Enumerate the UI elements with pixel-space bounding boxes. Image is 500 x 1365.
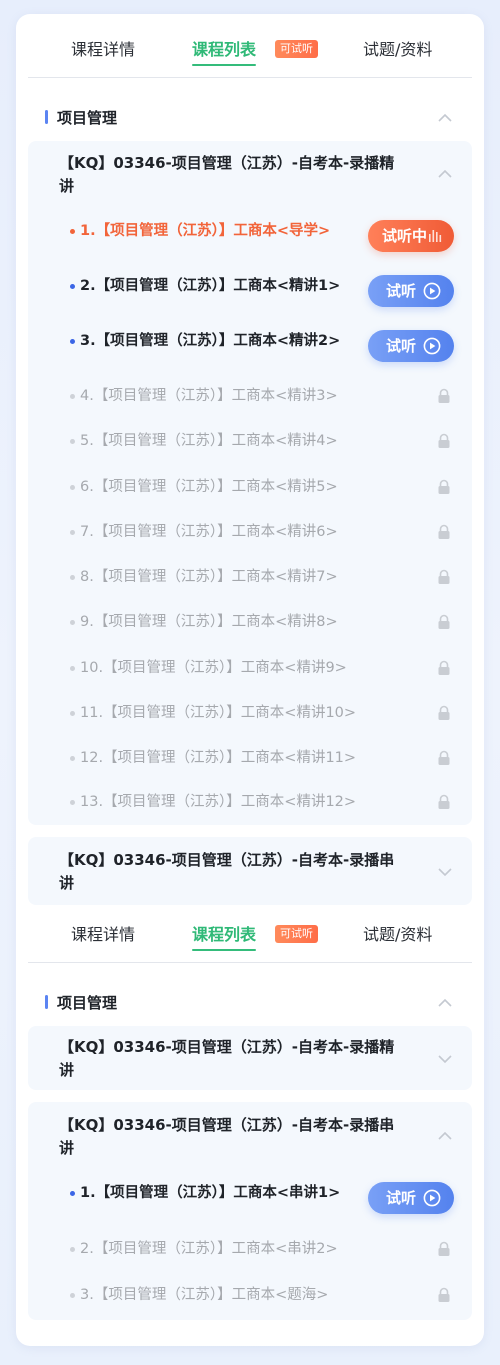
lesson-item[interactable]: 6.【项目管理（江苏）】工商本<精讲5> xyxy=(80,474,338,500)
sound-wave-icon xyxy=(429,230,442,242)
lesson-item[interactable]: 12.【项目管理（江苏）】工商本<精讲11> xyxy=(80,745,356,771)
lesson-dot xyxy=(70,800,75,805)
lesson-item[interactable]: 7.【项目管理（江苏）】工商本<精讲6> xyxy=(80,519,338,545)
trial-playing-button[interactable]: 试听中 xyxy=(368,220,454,252)
play-icon xyxy=(423,282,441,300)
section-marker xyxy=(45,110,48,124)
tab-materials[interactable]: 试题/资料 xyxy=(363,921,432,945)
lock-icon xyxy=(438,479,450,494)
trial-badge: 可试听 xyxy=(275,925,318,943)
lesson-item[interactable]: 11.【项目管理（江苏）】工商本<精讲10> xyxy=(80,700,356,726)
lock-icon xyxy=(438,1241,450,1256)
lesson-dot xyxy=(70,575,75,580)
tab-course-list[interactable]: 课程列表 xyxy=(192,921,257,951)
lesson-item[interactable]: 10.【项目管理（江苏）】工商本<精讲9> xyxy=(80,655,347,681)
chevron-up-icon[interactable] xyxy=(437,110,453,126)
lesson-dot xyxy=(70,485,75,490)
tab-bar: 课程详情 课程列表 可试听 试题/资料 xyxy=(28,14,472,78)
play-icon xyxy=(423,1189,441,1207)
lock-icon xyxy=(438,524,450,539)
lesson-dot xyxy=(70,711,75,716)
course-title[interactable]: 【KQ】03346-项目管理（江苏）-自考本-录播精讲 xyxy=(59,152,399,198)
chevron-down-icon[interactable] xyxy=(437,1051,453,1067)
tab-course-detail[interactable]: 课程详情 xyxy=(71,921,135,945)
lock-icon xyxy=(438,614,450,629)
section-title: 项目管理 xyxy=(57,109,118,127)
lesson-item[interactable]: 2.【项目管理（江苏）】工商本<串讲2> xyxy=(80,1236,338,1262)
course-title[interactable]: 【KQ】03346-项目管理（江苏）-自考本-录播精讲 xyxy=(59,1036,399,1082)
lesson-dot xyxy=(70,1247,75,1252)
trial-button-label: 试听 xyxy=(386,1189,417,1207)
lock-icon xyxy=(438,705,450,720)
tab-bar: 课程详情 课程列表 可试听 试题/资料 xyxy=(28,899,472,963)
lesson-dot xyxy=(70,339,75,344)
course-title[interactable]: 【KQ】03346-项目管理（江苏）-自考本-录播串讲 xyxy=(59,849,399,895)
lesson-item[interactable]: 8.【项目管理（江苏）】工商本<精讲7> xyxy=(80,564,338,590)
lesson-dot xyxy=(70,620,75,625)
lesson-dot xyxy=(70,284,75,289)
lesson-dot xyxy=(70,1293,75,1298)
lesson-dot xyxy=(70,666,75,671)
course-card: 课程详情 课程列表 可试听 试题/资料 项目管理 【KQ】03346-项目管理（… xyxy=(16,14,484,1346)
lesson-item[interactable]: 3.【项目管理（江苏）】工商本<题海> xyxy=(80,1282,328,1308)
tab-materials[interactable]: 试题/资料 xyxy=(363,36,432,60)
lock-icon xyxy=(438,794,450,809)
chevron-down-icon[interactable] xyxy=(437,864,453,880)
lock-icon xyxy=(438,433,450,448)
lesson-dot xyxy=(70,229,75,234)
lock-icon xyxy=(438,660,450,675)
chevron-up-icon[interactable] xyxy=(437,166,453,182)
tab-course-detail[interactable]: 课程详情 xyxy=(71,36,135,60)
chevron-up-icon[interactable] xyxy=(437,1128,453,1144)
tab-course-list-label: 课程列表 xyxy=(192,925,257,944)
tab-course-list[interactable]: 课程列表 xyxy=(192,36,257,66)
lock-icon xyxy=(438,388,450,403)
chevron-up-icon[interactable] xyxy=(437,995,453,1011)
lesson-item[interactable]: 13.【项目管理（江苏）】工商本<精讲12> xyxy=(80,789,356,815)
tab-course-list-label: 课程列表 xyxy=(192,40,257,59)
lesson-item[interactable]: 4.【项目管理（江苏）】工商本<精讲3> xyxy=(80,383,338,409)
lesson-dot xyxy=(70,756,75,761)
course-title[interactable]: 【KQ】03346-项目管理（江苏）-自考本-录播串讲 xyxy=(59,1114,399,1160)
lesson-item[interactable]: 3.【项目管理（江苏）】工商本<精讲2> xyxy=(80,328,340,354)
lesson-item[interactable]: 9.【项目管理（江苏）】工商本<精讲8> xyxy=(80,609,338,635)
lock-icon xyxy=(438,569,450,584)
lesson-item[interactable]: 5.【项目管理（江苏）】工商本<精讲4> xyxy=(80,428,338,454)
trial-button-label: 试听 xyxy=(386,337,417,355)
lesson-item[interactable]: 1.【项目管理（江苏）】工商本<串讲1> xyxy=(80,1180,340,1206)
active-tab-underline xyxy=(192,949,257,951)
trial-button-label: 试听 xyxy=(386,282,417,300)
lock-icon xyxy=(438,1287,450,1302)
trial-button[interactable]: 试听 xyxy=(368,1182,454,1214)
section-marker xyxy=(45,995,48,1009)
active-tab-underline xyxy=(192,64,257,66)
lock-icon xyxy=(438,750,450,765)
trial-button[interactable]: 试听 xyxy=(368,275,454,307)
trial-button[interactable]: 试听 xyxy=(368,330,454,362)
play-icon xyxy=(423,337,441,355)
trial-playing-label: 试听中 xyxy=(382,227,428,245)
lesson-dot xyxy=(70,530,75,535)
section-title: 项目管理 xyxy=(57,994,118,1012)
lesson-dot xyxy=(70,1191,75,1196)
lesson-item[interactable]: 1.【项目管理（江苏）】工商本<导学> xyxy=(80,218,330,244)
lesson-dot xyxy=(70,439,75,444)
trial-badge: 可试听 xyxy=(275,40,318,58)
lesson-dot xyxy=(70,394,75,399)
lesson-item[interactable]: 2.【项目管理（江苏）】工商本<精讲1> xyxy=(80,273,340,299)
